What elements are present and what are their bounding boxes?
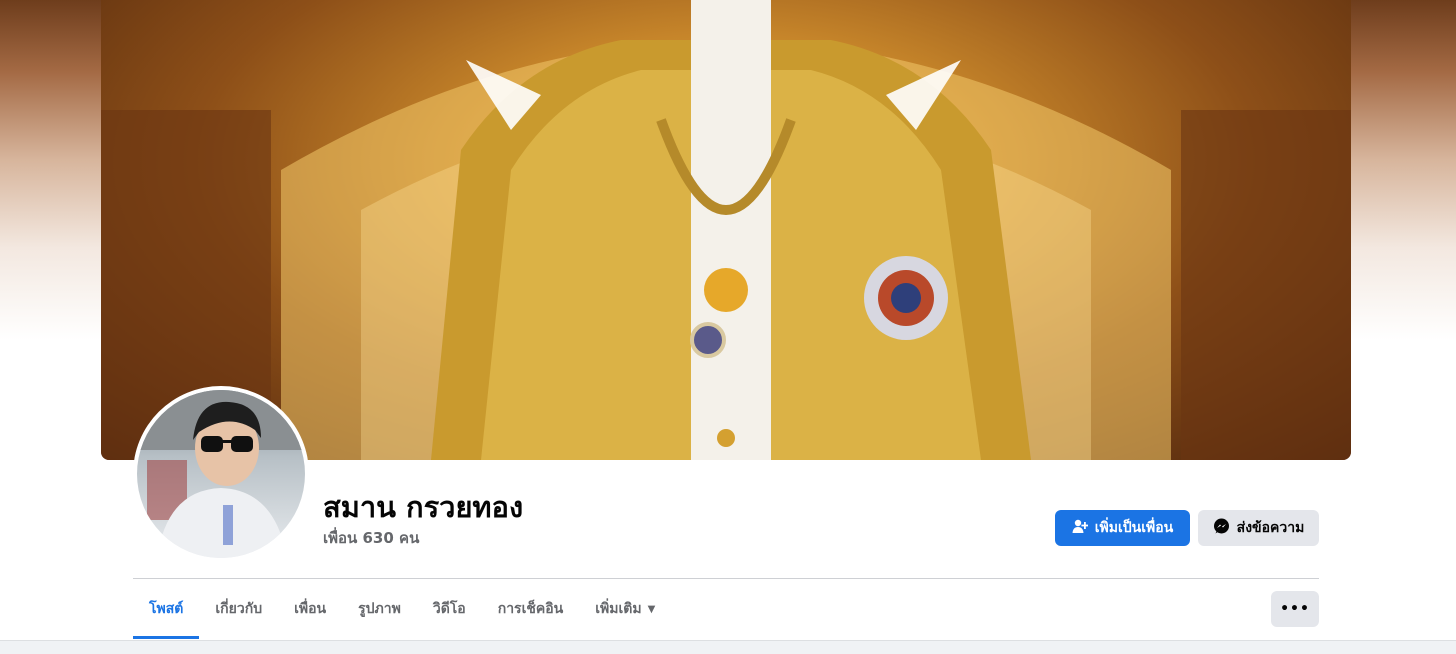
tab-checkins[interactable]: การเช็คอิน — [482, 579, 580, 639]
tab-friends[interactable]: เพื่อน — [278, 579, 342, 639]
friend-count[interactable]: เพื่อน 630 คน — [323, 526, 419, 550]
ellipsis-icon: ••• — [1280, 601, 1310, 617]
tab-videos[interactable]: วิดีโอ — [417, 579, 482, 639]
add-friend-button[interactable]: เพิ่มเป็นเพื่อน — [1055, 510, 1190, 546]
send-message-button[interactable]: ส่งข้อความ — [1198, 510, 1319, 546]
avatar-illustration — [137, 390, 305, 558]
feed-background — [0, 640, 1456, 654]
profile-tabs: โพสต์ เกี่ยวกับ เพื่อน รูปภาพ วิดีโอ การ… — [133, 579, 671, 639]
cover-photo-illustration — [101, 0, 1351, 460]
tab-label: วิดีโอ — [432, 601, 466, 617]
add-friend-label: เพิ่มเป็นเพื่อน — [1094, 520, 1174, 536]
cover-photo[interactable] — [101, 0, 1351, 460]
profile-picture-frame[interactable] — [133, 386, 309, 562]
tab-label: การเช็คอิน — [497, 601, 564, 617]
tab-label: เพิ่มเติม — [595, 601, 642, 617]
tab-photos[interactable]: รูปภาพ — [342, 579, 417, 639]
profile-name: สมาน กรวยทอง — [323, 490, 524, 524]
tab-more[interactable]: เพิ่มเติม ▼ — [579, 579, 671, 639]
person-plus-icon — [1072, 518, 1089, 538]
tab-label: เกี่ยวกับ — [215, 601, 263, 617]
more-options-button[interactable]: ••• — [1271, 591, 1319, 627]
avatar[interactable] — [137, 390, 305, 558]
tab-label: เพื่อน — [294, 601, 327, 617]
tab-about[interactable]: เกี่ยวกับ — [199, 579, 278, 639]
tab-posts[interactable]: โพสต์ — [133, 579, 200, 639]
tab-label: รูปภาพ — [358, 601, 401, 617]
tab-label: โพสต์ — [149, 601, 184, 617]
messenger-icon — [1213, 518, 1230, 539]
caret-down-icon: ▼ — [647, 603, 656, 615]
send-message-label: ส่งข้อความ — [1236, 520, 1305, 536]
